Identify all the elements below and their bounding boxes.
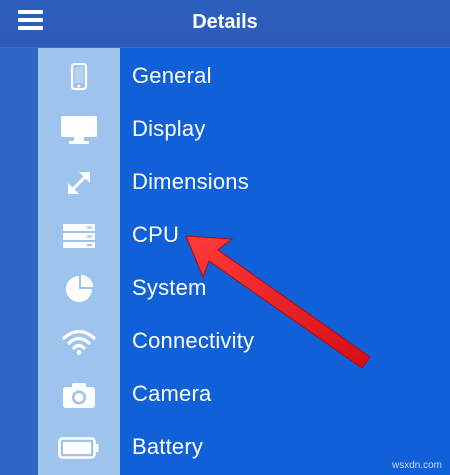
camera-icon	[38, 368, 120, 421]
server-stack-icon	[38, 209, 120, 262]
watermark-text: wsxdn.com	[391, 460, 442, 471]
menu-item-cpu[interactable]: CPU	[38, 209, 450, 262]
menu-item-label: General	[132, 63, 212, 88]
menu-item-label: Dimensions	[132, 169, 249, 194]
menu-item-system[interactable]: System	[38, 262, 450, 315]
menu-item-general[interactable]: General	[38, 50, 450, 103]
phone-icon	[38, 50, 120, 103]
menu-item-camera[interactable]: Camera	[38, 368, 450, 421]
menu-item-connectivity[interactable]: Connectivity	[38, 315, 450, 368]
menu-item-label: Battery	[132, 434, 204, 459]
menu-item-battery[interactable]: Battery	[38, 421, 450, 474]
menu-item-label: Display	[132, 116, 206, 141]
menu-item-label: System	[132, 275, 207, 300]
menu-item-label: CPU	[132, 222, 180, 247]
menu-item-label: Camera	[132, 381, 212, 406]
wifi-icon	[38, 315, 120, 368]
expand-arrows-icon	[38, 156, 120, 209]
monitor-icon	[38, 103, 120, 156]
page-title: Details	[192, 11, 258, 33]
top-bar: Details	[0, 0, 450, 48]
pie-chart-icon	[38, 262, 120, 315]
left-edge-strip	[0, 48, 38, 475]
menu-item-label: Connectivity	[132, 328, 255, 353]
battery-icon	[38, 421, 120, 474]
menu-item-display[interactable]: Display	[38, 103, 450, 156]
menu-item-dimensions[interactable]: Dimensions	[38, 156, 450, 209]
